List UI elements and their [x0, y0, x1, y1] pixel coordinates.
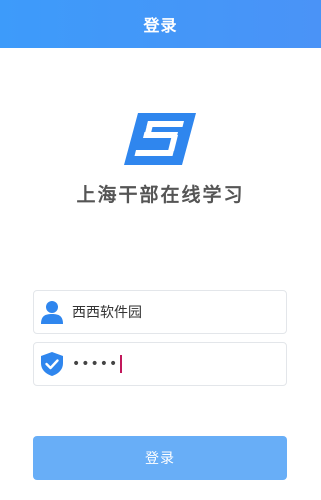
password-field[interactable]: ••••• — [33, 342, 287, 386]
login-screen: 登录 上海干部在线学习 西西软件园 ••••• 登录 — [0, 0, 321, 500]
app-name: 上海干部在线学习 — [76, 184, 245, 206]
header-bar: 登录 — [0, 0, 321, 48]
username-field[interactable]: 西西软件园 — [33, 290, 287, 334]
password-value[interactable]: ••••• — [72, 356, 118, 372]
text-cursor — [120, 355, 123, 373]
login-button[interactable]: 登录 — [33, 436, 287, 480]
shield-check-icon — [40, 352, 64, 376]
username-value[interactable]: 西西软件园 — [72, 302, 142, 322]
page-title: 登录 — [143, 16, 178, 35]
app-logo-icon — [124, 113, 196, 165]
user-icon — [40, 300, 64, 324]
